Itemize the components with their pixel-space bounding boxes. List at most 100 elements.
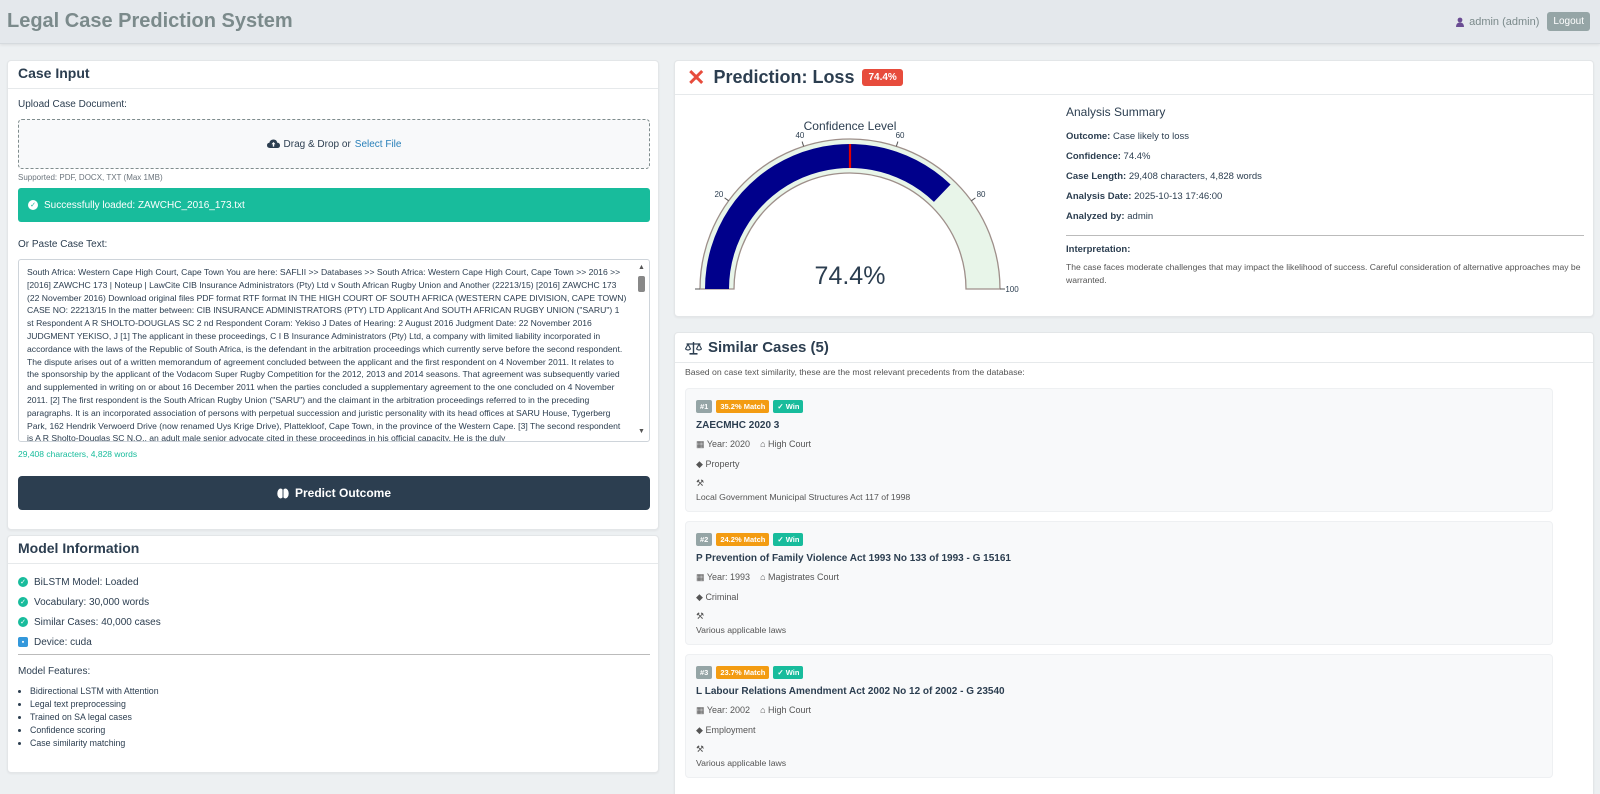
case-court-text: Magistrates Court <box>768 572 840 582</box>
features-list: Bidirectional LSTM with Attention Legal … <box>30 685 159 750</box>
summary-title: Analysis Summary <box>1066 105 1166 119</box>
gauge-tick-label: 20 <box>714 190 723 199</box>
similar-cases-card: Similar Cases (5) Based on case text sim… <box>674 332 1594 794</box>
select-file-link[interactable]: Select File <box>355 139 402 150</box>
case-meta: ▦ Year: 2020 ⌂ High Court <box>696 439 811 450</box>
case-court: ⌂ High Court <box>760 705 811 716</box>
similar-case-item[interactable]: #1 35.2% Match ✓ Win ZAECMHC 2020 3 ▦ Ye… <box>685 388 1553 512</box>
gauge-title: Confidence Level <box>804 119 897 133</box>
tag-icon: ◆ <box>696 459 703 469</box>
case-title: ZAECMHC 2020 3 <box>696 420 780 431</box>
brain-icon <box>277 488 289 498</box>
case-year: ▦ Year: 1993 <box>696 572 750 583</box>
calendar-icon: ▦ <box>696 572 705 582</box>
summary-label: Outcome: <box>1066 131 1111 142</box>
supported-formats: Supported: PDF, DOCX, TXT (Max 1MB) <box>18 173 163 182</box>
prediction-title: Prediction: Loss <box>713 67 855 87</box>
case-category-text: Criminal <box>705 592 739 602</box>
summary-value: 2025-10-13 17:46:00 <box>1134 191 1223 202</box>
feature-item: Confidence scoring <box>30 724 159 737</box>
textarea-scrollbar[interactable]: ▲ ▼ <box>637 264 646 436</box>
scroll-thumb[interactable] <box>638 276 645 292</box>
similar-case-item[interactable]: #3 23.7% Match ✓ Win L Labour Relations … <box>685 654 1553 778</box>
case-year: ▦ Year: 2002 <box>696 705 750 716</box>
interpretation-title: Interpretation: <box>1066 244 1131 255</box>
char-count: 29,408 characters, 4,828 words <box>18 449 138 459</box>
case-category-text: Property <box>705 459 740 469</box>
summary-value: admin <box>1127 211 1154 222</box>
similar-cases-header: Similar Cases (5) <box>675 333 1593 363</box>
feature-item: Trained on SA legal cases <box>30 711 159 724</box>
similar-case-item[interactable]: #2 24.2% Match ✓ Win P Prevention of Fam… <box>685 521 1553 645</box>
courthouse-icon: ⌂ <box>760 705 766 715</box>
case-text-area[interactable]: South Africa: Western Cape High Court, C… <box>18 259 650 442</box>
gauge-tick-label: 100 <box>1005 285 1019 294</box>
prediction-header: ✕ Prediction: Loss 74.4% <box>675 61 1593 95</box>
calendar-icon: ▦ <box>696 439 705 449</box>
model-status-text: Similar Cases: 40,000 cases <box>34 616 161 628</box>
interpretation-text: The case faces moderate challenges that … <box>1066 262 1581 285</box>
logout-button[interactable]: Logout <box>1547 12 1590 31</box>
summary-label: Analysis Date: <box>1066 191 1132 202</box>
gauge-tick-label: 80 <box>977 190 986 199</box>
summary-length: Case Length: 29,408 characters, 4,828 wo… <box>1066 167 1584 187</box>
divider <box>1066 235 1584 236</box>
model-status-text: Device: cuda <box>34 636 92 648</box>
success-text: Successfully loaded: ZAWCHC_2016_173.txt <box>44 199 245 211</box>
model-status-item: ▪ Device: cuda <box>18 632 161 652</box>
close-x-icon: ✕ <box>687 64 706 90</box>
scroll-up-arrow-icon[interactable]: ▲ <box>637 264 646 272</box>
case-input-card: Case Input Upload Case Document: Drag & … <box>7 60 659 530</box>
scroll-down-arrow-icon[interactable]: ▼ <box>637 428 646 436</box>
feature-item: Case similarity matching <box>30 737 159 750</box>
user-menu[interactable]: admin (admin) <box>1455 16 1539 28</box>
chip-icon: ▪ <box>18 637 28 647</box>
similar-cases-title: Similar Cases (5) <box>708 339 829 356</box>
summary-date: Analysis Date: 2025-10-13 17:46:00 <box>1066 187 1584 207</box>
model-info-title: Model Information <box>8 536 658 564</box>
user-area: admin (admin) Logout <box>1455 12 1590 31</box>
case-year-text: Year: 2002 <box>706 705 751 715</box>
gavel-icon: ⚒ <box>696 744 705 754</box>
gauge-tick <box>971 197 976 202</box>
case-category: ◆ Criminal <box>696 592 738 603</box>
gauge-tick <box>801 141 805 147</box>
case-year-text: Year: 1993 <box>706 572 751 582</box>
user-icon <box>1456 17 1465 27</box>
gauge-tick-label: 60 <box>896 131 905 140</box>
analysis-summary: Analysis Summary Outcome: Case likely to… <box>1066 105 1584 287</box>
calendar-icon: ▦ <box>696 705 705 715</box>
model-status-item: ✓ Vocabulary: 30,000 words <box>18 592 161 612</box>
case-court: ⌂ High Court <box>760 439 811 450</box>
paste-label: Or Paste Case Text: <box>18 239 108 250</box>
case-year: ▦ Year: 2020 <box>696 439 750 450</box>
match-badge: 24.2% Match <box>716 533 770 546</box>
match-badge: 23.7% Match <box>716 666 770 679</box>
rank-badge: #1 <box>696 400 713 413</box>
courthouse-icon: ⌂ <box>760 572 766 582</box>
predict-label: Predict Outcome <box>294 486 392 500</box>
case-year-text: Year: 2020 <box>706 439 751 449</box>
prediction-card: ✕ Prediction: Loss 74.4% Confidence Leve… <box>674 60 1594 317</box>
app-title: Legal Case Prediction System <box>7 10 293 32</box>
gavel-icon: ⚒ <box>696 478 705 488</box>
user-name: admin (admin) <box>1469 15 1540 28</box>
gavel-icon: ⚒ <box>696 611 705 621</box>
outcome-badge: ✓ Win <box>773 400 804 413</box>
predict-outcome-button[interactable]: Predict Outcome <box>18 476 650 510</box>
feature-item: Bidirectional LSTM with Attention <box>30 685 159 698</box>
summary-value: 74.4% <box>1123 151 1151 162</box>
file-dropzone[interactable]: Drag & Drop or Select File <box>18 119 650 169</box>
summary-label: Analyzed by: <box>1066 211 1125 222</box>
summary-analyzed-by: Analyzed by: admin <box>1066 207 1584 227</box>
case-badges: #3 23.7% Match ✓ Win <box>696 666 804 679</box>
outcome-badge: ✓ Win <box>773 533 804 546</box>
case-meta: ▦ Year: 2002 ⌂ High Court <box>696 705 811 716</box>
case-badges: #1 35.2% Match ✓ Win <box>696 400 804 413</box>
gauge-value: 74.4% <box>815 262 886 290</box>
case-law: Various applicable laws <box>696 758 787 768</box>
model-status-item: ✓ Similar Cases: 40,000 cases <box>18 612 161 632</box>
match-badge: 35.2% Match <box>716 400 770 413</box>
model-status-item: ✓ BiLSTM Model: Loaded <box>18 572 161 592</box>
case-category: ◆ Employment <box>696 725 755 736</box>
